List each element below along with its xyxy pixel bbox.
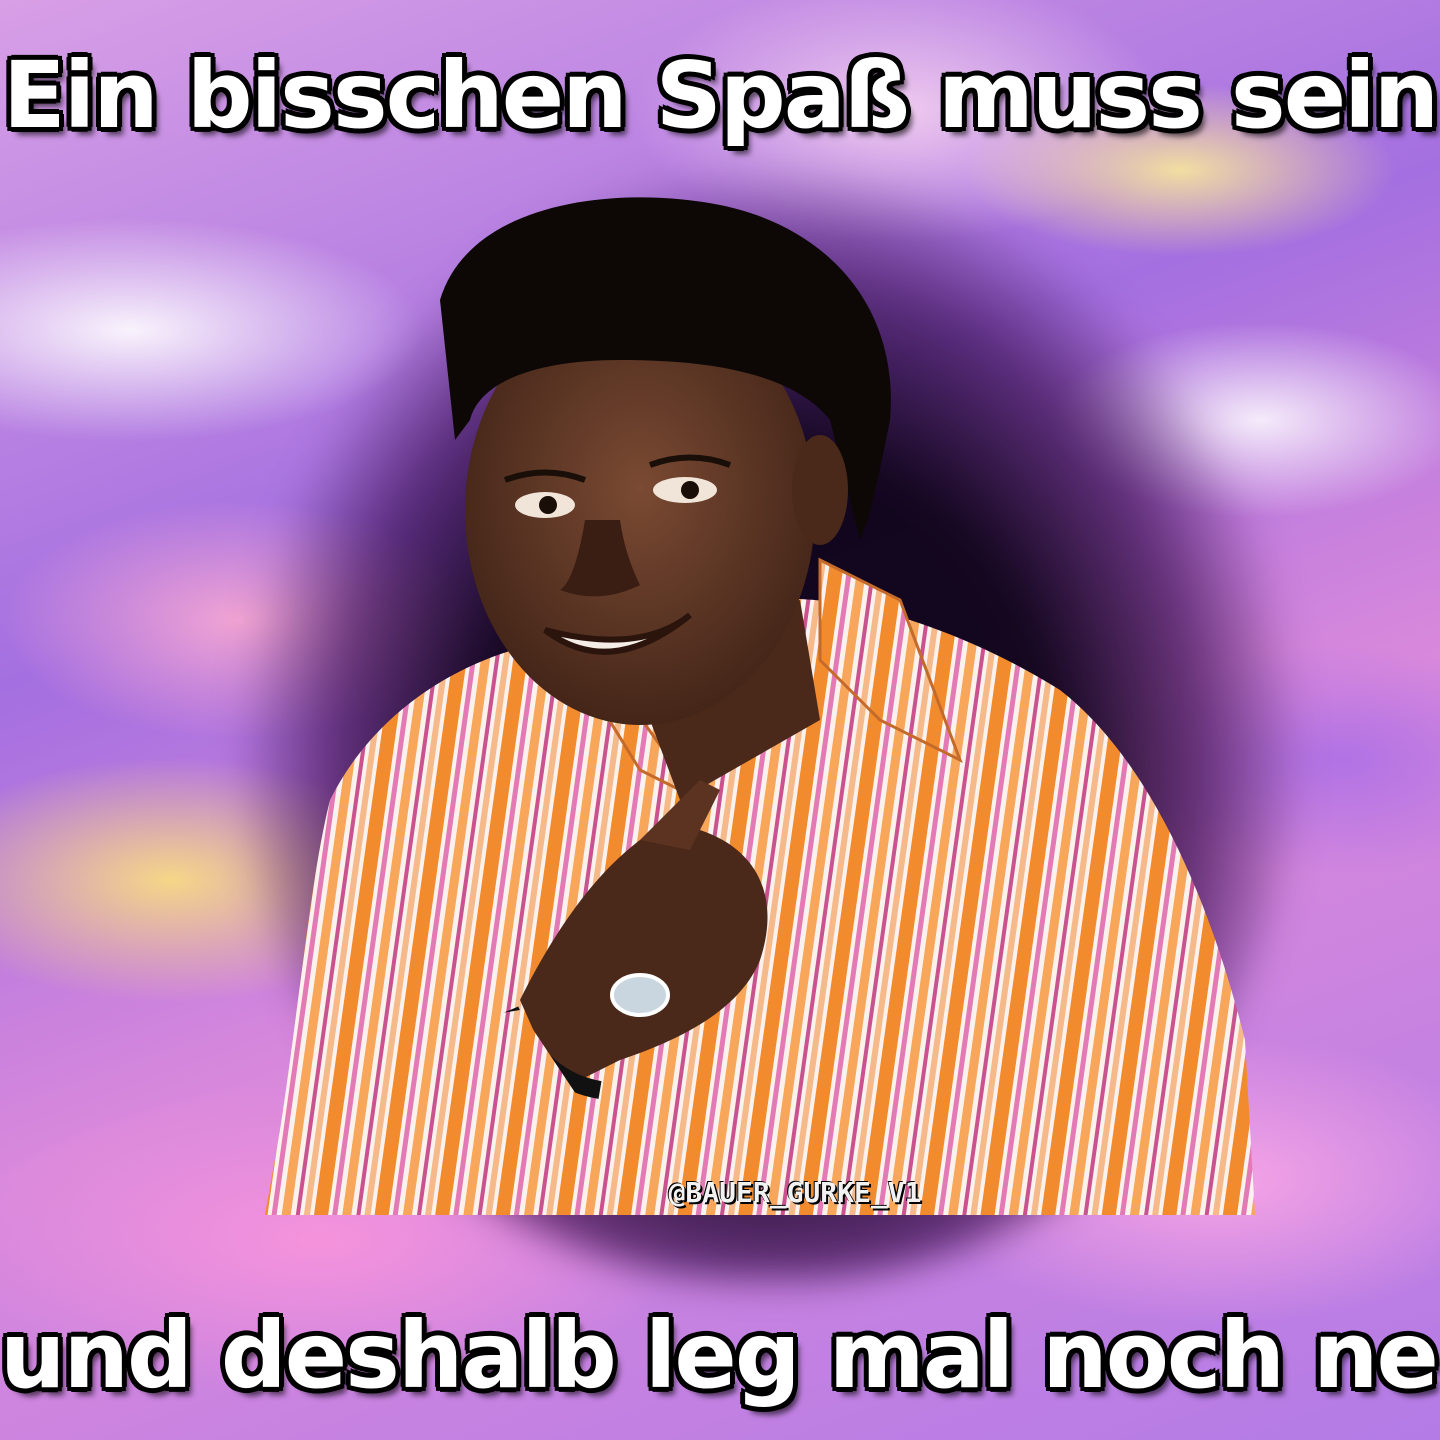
ring — [610, 973, 670, 1017]
watermark: @BAUER_GURKE_V1 — [668, 1176, 922, 1209]
caption-bottom: und deshalb leg mal noch ne Line — [0, 1302, 1440, 1409]
pointing-man-photo — [265, 197, 1255, 1215]
caption-top: Ein bisschen Spaß muss sein — [2, 42, 1439, 149]
meme-canvas: Ein bisschen Spaß muss sein und deshalb … — [0, 0, 1440, 1440]
